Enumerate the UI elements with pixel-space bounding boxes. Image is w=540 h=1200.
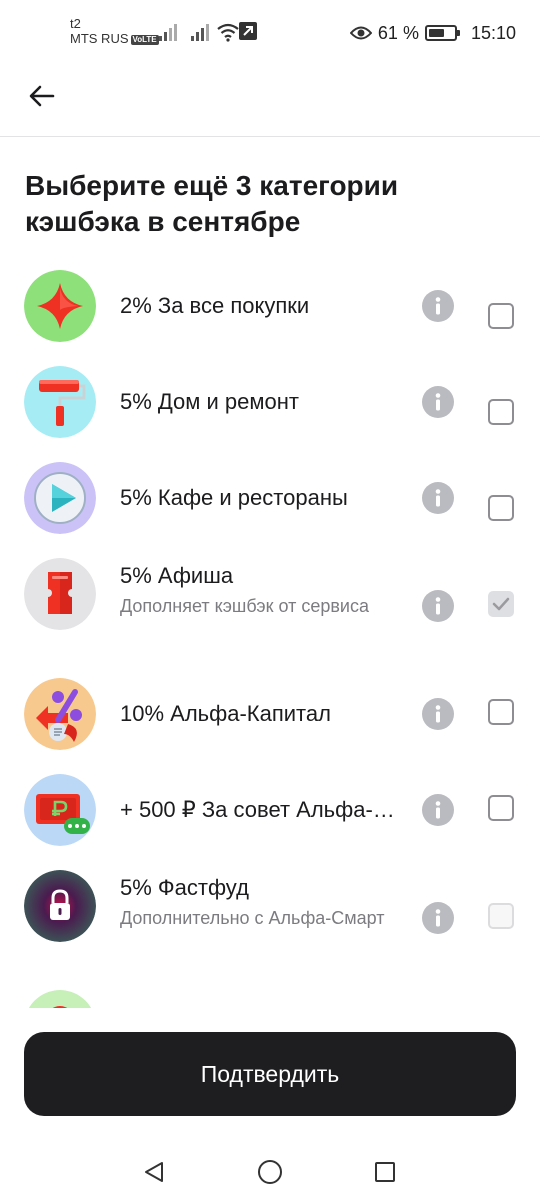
play-button-icon [24,462,96,534]
category-title: 10% Альфа-Капитал [120,701,331,726]
category-partial-icon [28,990,92,1008]
volte-badge: VoLTE [130,34,159,45]
category-checkbox[interactable] [488,795,514,821]
info-icon [435,393,441,411]
info-icon [435,909,441,927]
nav-back-button[interactable] [139,1157,169,1187]
category-title: 5% Фастфуд [120,875,249,900]
category-title: 5% Афиша [120,563,234,588]
category-checkbox[interactable] [488,699,514,725]
info-icon [435,297,441,315]
category-icon-bg [24,774,96,846]
info-button[interactable] [422,290,454,322]
category-texts: 5% Фастфуд Дополнительно с Альфа-Смарт [120,873,400,933]
signal-icon-2 [191,24,209,41]
arrow-left-icon [29,85,55,107]
confirm-button[interactable]: Подтвердить [24,1032,516,1116]
page-title: Выберите ещё 3 категории кэшбэка в сентя… [25,170,399,237]
share-arrow-icon [239,22,257,40]
category-texts: 5% Кафе и рестораны [120,483,400,513]
square-recents-icon [375,1162,395,1182]
category-icon-bg [24,678,96,750]
header-divider [0,136,540,137]
info-button[interactable] [422,386,454,418]
category-title: 5% Дом и ремонт [120,389,299,414]
circle-home-icon [258,1160,282,1184]
wifi-icon [217,23,239,42]
carrier-bottom: MTS RUS [70,31,129,46]
carrier-info: t2 MTS RUS VoLTE [70,16,159,46]
category-checkbox[interactable] [488,591,514,617]
info-button[interactable] [422,482,454,514]
info-button[interactable] [422,794,454,826]
back-button[interactable] [20,76,64,116]
info-button[interactable] [422,698,454,730]
category-icon-bg [24,558,96,630]
category-subtitle: Дополнительно с Альфа-Смарт [120,908,385,928]
category-list[interactable]: 2% За все покупки 5% Дом и ремонт 5% Каф… [0,258,540,1008]
navigation-bar [0,1140,540,1200]
info-icon [435,489,441,507]
category-checkbox[interactable] [488,903,514,929]
category-title: + 500 ₽ За совет Альфа-Капитал [120,797,400,822]
battery-icon [424,25,460,41]
red-star-icon [24,270,96,342]
category-texts: + 500 ₽ За совет Альфа-Капитал [120,795,400,825]
paint-roller-icon [24,366,96,438]
category-texts: 5% Афиша Дополняет кэшбэк от сервиса [120,561,400,621]
category-icon-bg [24,366,96,438]
category-texts: 5% Дом и ремонт [120,387,400,417]
status-bar: t2 MTS RUS VoLTE 61 % 15:10 [0,0,540,62]
category-title: 5% Кафе и рестораны [120,485,348,510]
category-icon-bg [24,870,96,942]
percent-icon [24,678,96,750]
category-checkbox[interactable] [488,303,514,329]
info-icon [435,597,441,615]
category-subtitle: Дополняет кэшбэк от сервиса [120,596,369,616]
eye-icon [349,26,372,40]
info-button[interactable] [422,902,454,934]
ruble-banknote-icon [24,774,96,846]
info-button[interactable] [422,590,454,622]
category-icon-bg [24,270,96,342]
carrier-top: t2 [70,16,81,31]
signal-icon [159,24,177,41]
triangle-back-icon [145,1162,163,1182]
category-texts: 10% Альфа-Капитал [120,699,400,729]
category-checkbox[interactable] [488,399,514,425]
info-icon [435,705,441,723]
category-title: 2% За все покупки [120,293,310,318]
info-icon [435,801,441,819]
category-icon-bg [24,462,96,534]
checkmark-icon [492,597,510,611]
clock: 15:10 [470,22,516,43]
battery-fill [428,29,444,37]
status-right: 61 % 15:10 [349,22,516,44]
lock-icon [24,870,96,942]
nav-home-button[interactable] [255,1157,285,1187]
category-icon-bg [24,990,96,1008]
ticket-icon [24,558,96,630]
category-texts: 2% За все покупки [120,291,400,321]
category-checkbox[interactable] [488,495,514,521]
nav-recents-button[interactable] [370,1157,400,1187]
battery-percent: 61 % [377,22,419,43]
